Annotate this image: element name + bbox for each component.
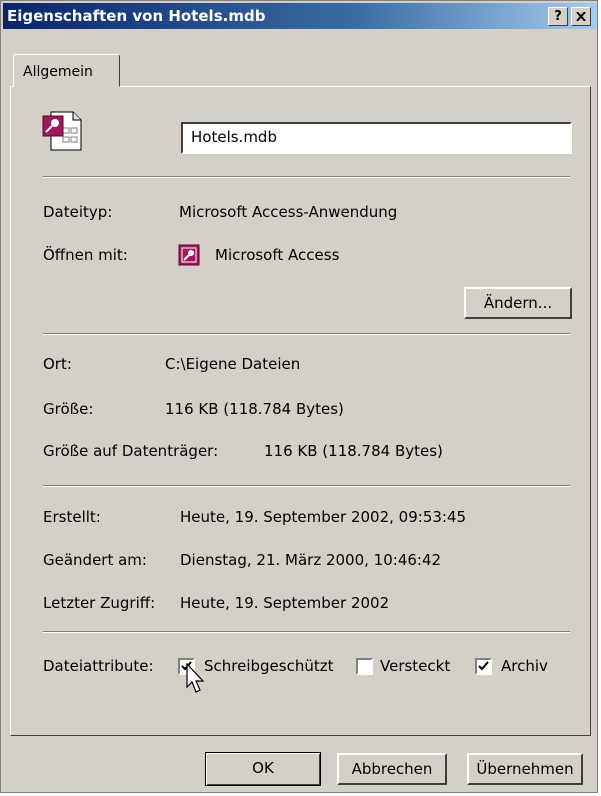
separator xyxy=(43,333,570,335)
apply-button[interactable]: Übernehmen xyxy=(467,753,583,785)
mouse-pointer-icon xyxy=(186,663,205,693)
tab-allgemein-label: Allgemein xyxy=(23,64,93,80)
size-label: Größe: xyxy=(43,400,94,418)
separator xyxy=(43,631,570,633)
window-title: Eigenschaften von Hotels.mdb xyxy=(7,7,266,25)
archive-label[interactable]: Archiv xyxy=(501,657,548,675)
tab-allgemein[interactable]: Allgemein xyxy=(13,54,120,87)
cancel-button[interactable]: Abbrechen xyxy=(337,753,447,785)
title-bar[interactable]: Eigenschaften von Hotels.mdb ? xyxy=(3,3,597,29)
access-file-icon xyxy=(42,111,82,151)
separator xyxy=(43,176,570,178)
modified-value: Dienstag, 21. März 2000, 10:46:42 xyxy=(180,551,442,569)
checkmark-icon xyxy=(478,661,489,671)
modified-label: Geändert am: xyxy=(43,551,147,569)
file-type-label: Dateityp: xyxy=(43,203,113,221)
open-with-value: Microsoft Access xyxy=(215,246,340,264)
filename-input[interactable] xyxy=(191,124,551,150)
file-type-value: Microsoft Access-Anwendung xyxy=(179,203,398,221)
open-with-label: Öffnen mit: xyxy=(43,246,128,264)
disk-size-label: Größe auf Datenträger: xyxy=(43,442,219,460)
close-icon xyxy=(576,11,586,22)
access-app-icon xyxy=(178,244,200,266)
separator xyxy=(43,485,570,487)
close-button[interactable] xyxy=(571,7,591,26)
accessed-value: Heute, 19. September 2002 xyxy=(180,594,390,612)
created-label: Erstellt: xyxy=(43,508,101,526)
hidden-label[interactable]: Versteckt xyxy=(380,657,450,675)
created-value: Heute, 19. September 2002, 09:53:45 xyxy=(180,508,467,526)
location-value: C:\Eigene Dateien xyxy=(165,355,301,373)
accessed-label: Letzter Zugriff: xyxy=(43,594,156,612)
size-value: 116 KB (118.784 Bytes) xyxy=(165,400,344,418)
change-button[interactable]: Ändern... xyxy=(464,287,572,319)
ok-button[interactable]: OK xyxy=(205,752,321,786)
filename-field[interactable] xyxy=(181,122,572,154)
disk-size-value: 116 KB (118.784 Bytes) xyxy=(264,442,443,460)
attributes-label: Dateiattribute: xyxy=(43,657,154,675)
readonly-label[interactable]: Schreibgeschützt xyxy=(204,657,334,675)
archive-checkbox[interactable] xyxy=(475,658,492,675)
properties-dialog: Eigenschaften von Hotels.mdb ? Allgemein… xyxy=(0,0,598,793)
hidden-checkbox[interactable] xyxy=(356,658,373,675)
help-button[interactable]: ? xyxy=(548,7,568,26)
location-label: Ort: xyxy=(43,355,72,373)
